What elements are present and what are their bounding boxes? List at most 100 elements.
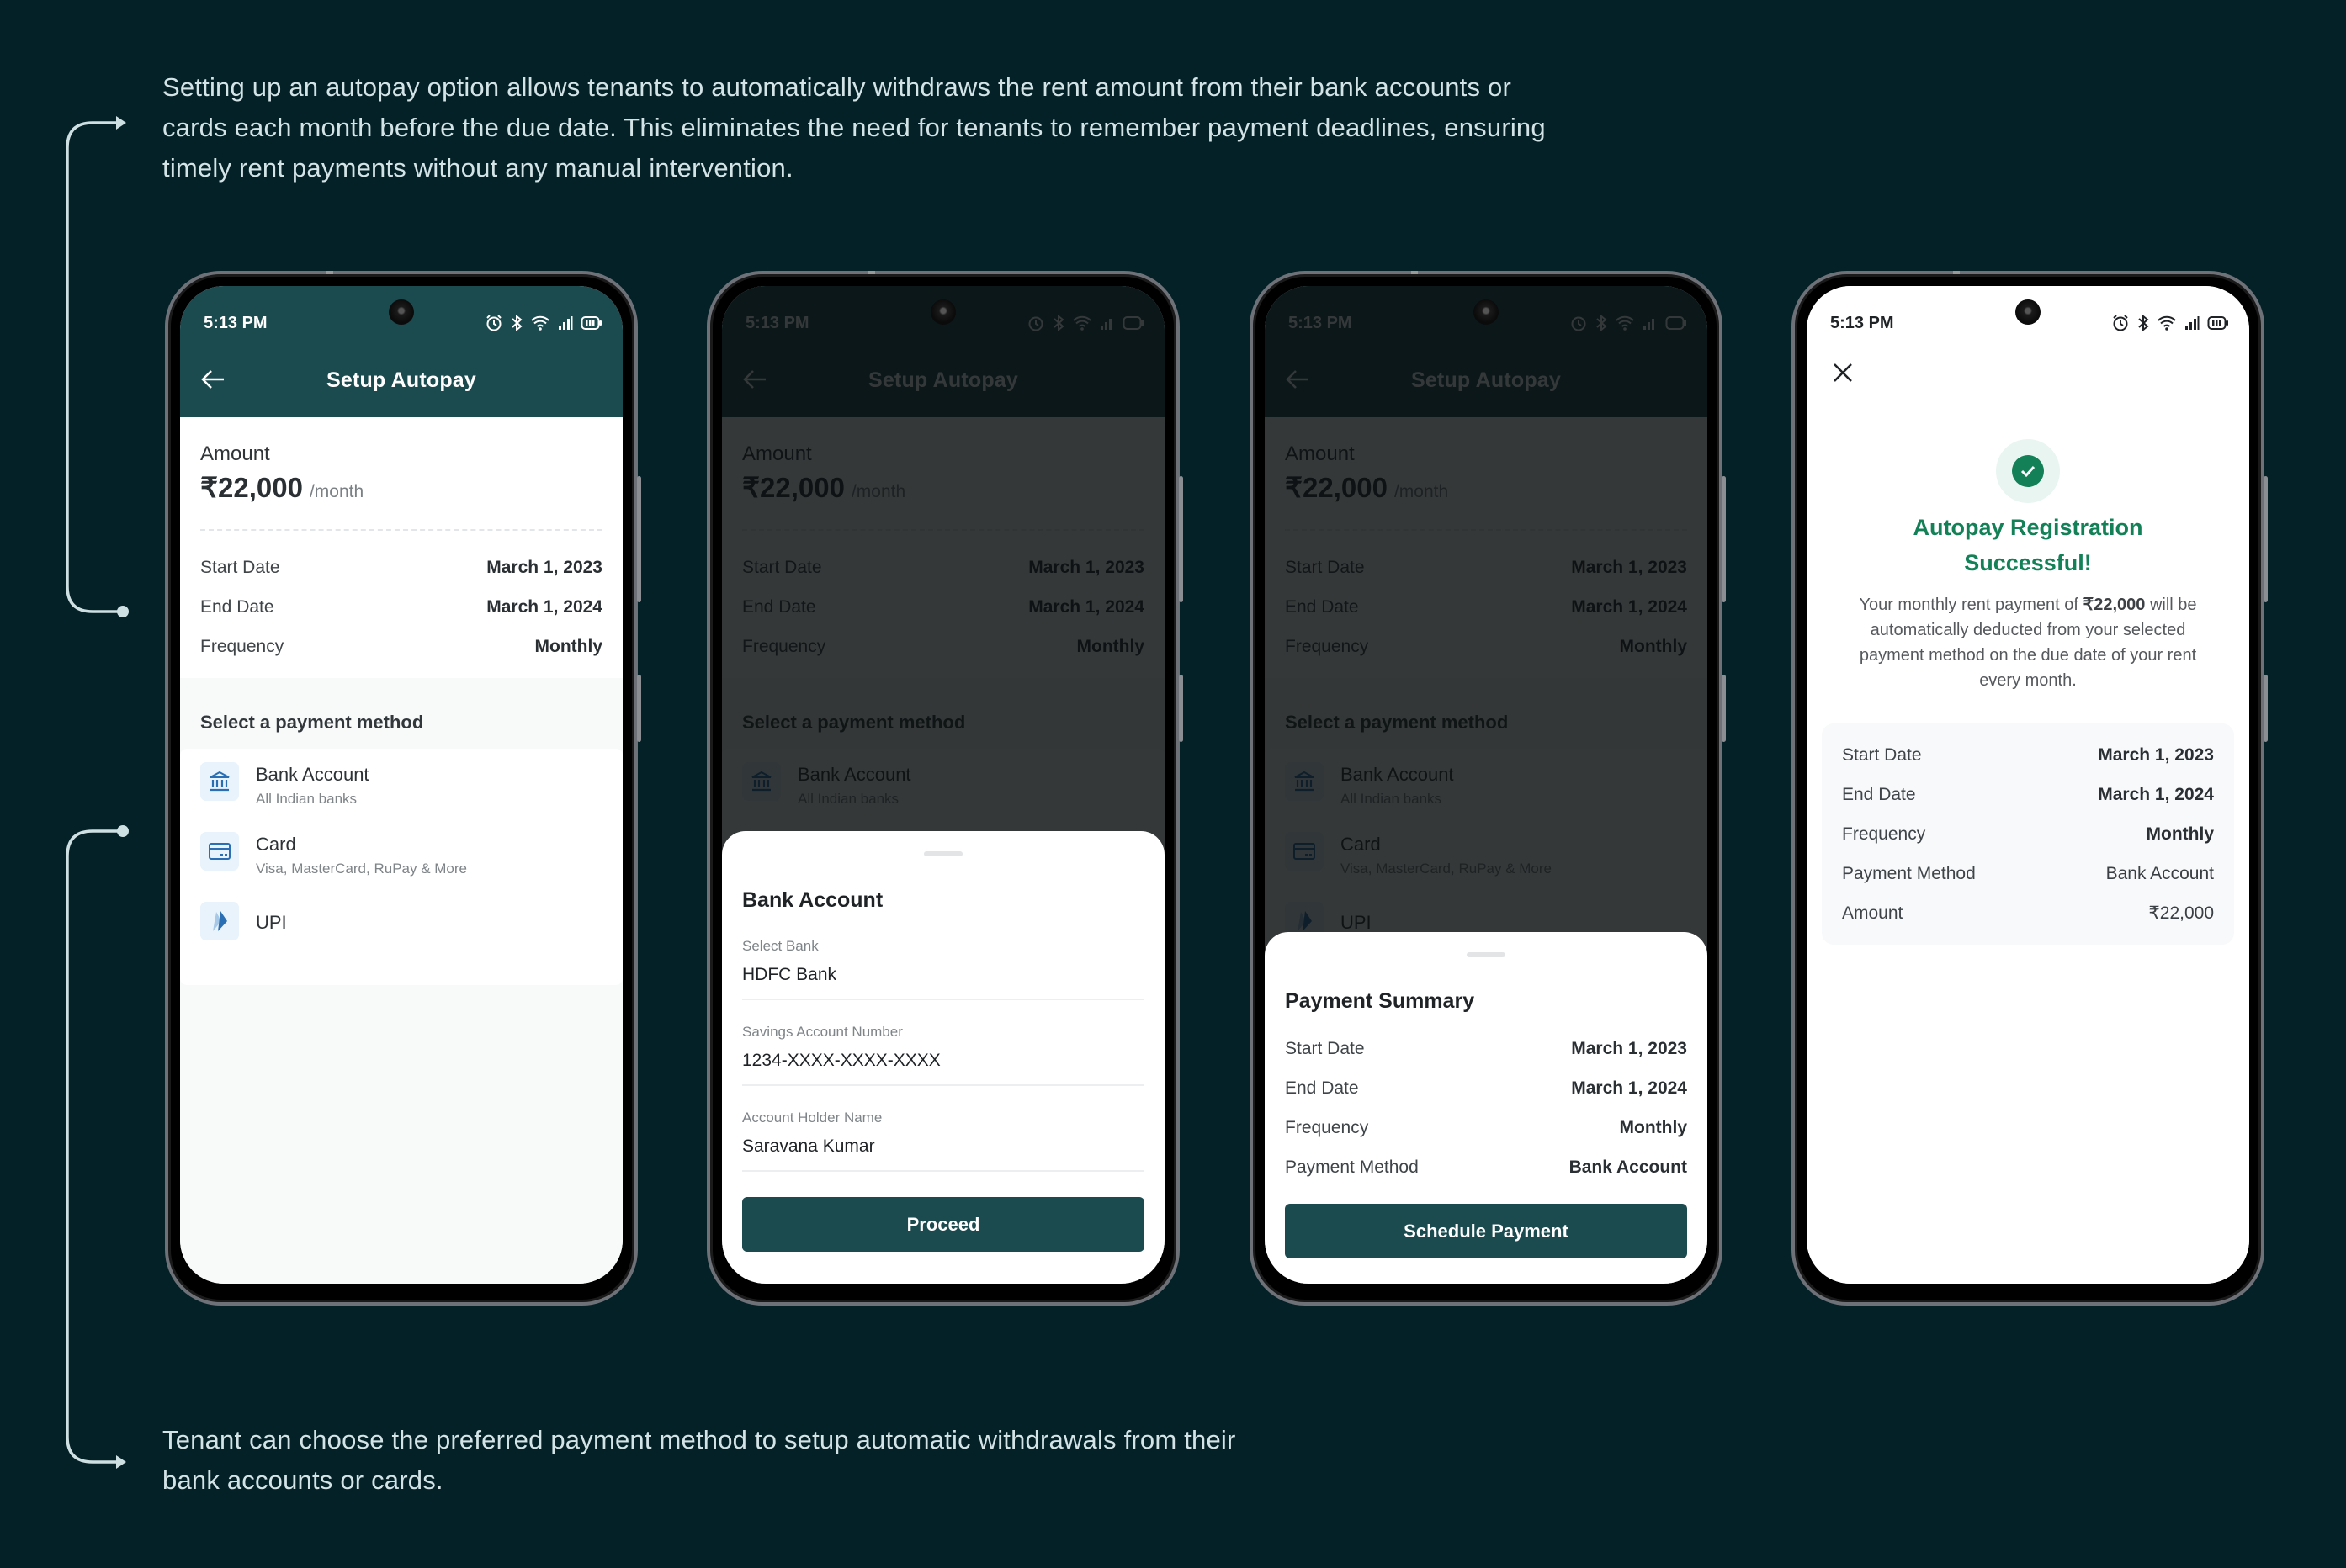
summary-sheet-rows-0-label: Start Date — [1285, 1038, 1365, 1058]
account-number-field[interactable]: Savings Account Number 1234-XXXX-XXXX-XX… — [742, 1000, 1144, 1086]
method-title: UPI — [256, 912, 287, 933]
bottom-bracket-dot — [117, 825, 129, 837]
battery-icon — [581, 316, 602, 330]
summary-sheet-rows-1-value: March 1, 2024 — [1571, 1078, 1687, 1098]
method-subtitle: Visa, MasterCard, RuPay & More — [256, 861, 467, 877]
page-title: Setup Autopay — [326, 368, 477, 392]
icons — [485, 314, 602, 332]
checkmark-icon — [2020, 465, 2036, 478]
close-icon[interactable] — [1832, 362, 1854, 384]
summary-sheet-rows-3-label: Payment Method — [1285, 1157, 1419, 1177]
icons — [2111, 314, 2229, 332]
btn-side — [2264, 476, 2268, 602]
success-description: Your monthly rent payment of ₹22,000 wil… — [1837, 592, 2219, 693]
success-rows-4-value: ₹22,000 — [2148, 903, 2214, 923]
method-subtitle: All Indian banks — [256, 791, 358, 807]
setup-details-1-label: End Date — [200, 596, 274, 617]
top-notch — [1411, 271, 1418, 274]
success-rows-1-label: End Date — [1842, 784, 1916, 804]
payment-method-list: Bank Account All Indian banks Card Visa, M… — [180, 749, 623, 985]
front-camera — [389, 299, 414, 325]
success-rows-3-label: Payment Method — [1842, 863, 1976, 883]
check — [2012, 455, 2044, 487]
field-value: HDFC Bank — [742, 965, 837, 984]
payment-method-bank-account[interactable]: Bank Account All Indian banks — [200, 762, 602, 832]
field-value: 1234-XXXX-XXXX-XXXX — [742, 1051, 941, 1070]
setup-details-2-label: Frequency — [200, 636, 284, 656]
schedule-payment-button[interactable]: Schedule Payment — [1285, 1204, 1687, 1258]
method-title: Bank Account — [256, 764, 369, 785]
btn-side — [1722, 675, 1726, 742]
account-holder-name-field[interactable]: Account Holder Name Saravana Kumar — [742, 1086, 1144, 1172]
setup-details-1-value: March 1, 2024 — [486, 596, 602, 617]
top-bracket-dot — [117, 606, 129, 617]
dashed-divider — [200, 529, 602, 531]
top-notch — [1953, 271, 1960, 274]
detail-row-start-date: Start Date March 1, 2023 — [200, 548, 602, 587]
success-rows-3-value: Bank Account — [2105, 863, 2214, 883]
field-label: Select Bank — [742, 938, 819, 954]
success-screen: 5:13 PM Autopay Registration Successful!… — [1807, 286, 2249, 1284]
field-label: Account Holder Name — [742, 1110, 883, 1126]
top-notch — [868, 271, 875, 274]
txt: Card Visa, MasterCard, RuPay & More — [256, 832, 467, 877]
upi-icon — [213, 911, 227, 931]
top-bracket — [66, 121, 123, 613]
success-desc-amount: ₹22,000 — [2083, 596, 2146, 614]
summary-sheet-rows-2-label: Frequency — [1285, 1117, 1369, 1137]
ico — [200, 762, 239, 801]
success-rows-4-label: Amount — [1842, 903, 1903, 923]
amount-unit: /month — [309, 482, 364, 501]
nav-bar: Setup Autopay — [180, 362, 623, 399]
phone-bank-account-sheet: 5:13 PM Setup Autopay Amount ₹22,000/mon… — [707, 271, 1183, 1306]
setup-details-0-label: Start Date — [200, 557, 280, 577]
setup-details-2-value: Monthly — [534, 636, 602, 656]
success-rows-2-label: Frequency — [1842, 824, 1926, 844]
summary-row-end-date: End Date March 1, 2024 — [1285, 1068, 1687, 1108]
payment-method-heading: Select a payment method — [200, 712, 424, 733]
amount-value: ₹22,000 — [200, 472, 303, 503]
detail-row-frequency: Frequency Monthly — [1842, 814, 2214, 854]
payment-method-card[interactable]: Card Visa, MasterCard, RuPay & More — [200, 832, 602, 902]
autopay-details-card: Start Date March 1, 2023 End Date March 1,… — [1822, 723, 2234, 945]
screen-autopay-success: 5:13 PM Autopay Registration Successful!… — [1807, 286, 2249, 1284]
btn-side — [1179, 476, 1183, 602]
amount-label: Amount — [200, 442, 270, 465]
success-desc-before: Your monthly rent payment of — [1859, 596, 2083, 614]
phone-payment-summary-sheet: 5:13 PM Setup Autopay Amount ₹22,000/mon… — [1250, 271, 1726, 1306]
summary-sheet-rows-0-value: March 1, 2023 — [1571, 1038, 1687, 1058]
summary-row-payment-method: Payment Method Bank Account — [1285, 1147, 1687, 1187]
payment-summary-sheet: Payment Summary Start Date March 1, 2023 … — [1265, 932, 1707, 1284]
success-rows-0-label: Start Date — [1842, 744, 1922, 765]
select-bank-field[interactable]: Select Bank HDFC Bank — [742, 913, 1144, 1000]
phone-autopay-success: 5:13 PM Autopay Registration Successful!… — [1791, 271, 2268, 1306]
proceed-button[interactable]: Proceed — [742, 1197, 1144, 1252]
bottom-bracket — [66, 829, 123, 1464]
back-arrow-icon[interactable] — [200, 368, 226, 390]
screen-setup-autopay: 5:13 PM Setup Autopay Amount ₹22,000 /mo… — [180, 286, 623, 1284]
success-badge — [1996, 439, 2060, 503]
bluetooth-icon — [512, 314, 523, 332]
btn-side — [1179, 675, 1183, 742]
summary-sheet-rows-1-label: End Date — [1285, 1078, 1359, 1098]
txt: UPI — [256, 902, 287, 934]
status-time: 5:13 PM — [204, 313, 268, 332]
phone-volume-button — [637, 476, 641, 602]
success-title-line2: Successful! — [1964, 550, 2092, 575]
payment-method-upi[interactable]: UPI — [200, 902, 602, 972]
sheet-drag-handle[interactable] — [924, 851, 963, 856]
method-title: Card — [256, 834, 296, 855]
screen-bank-account: 5:13 PM Setup Autopay Amount ₹22,000/mon… — [722, 286, 1165, 1284]
summary-row-start-date: Start Date March 1, 2023 — [1285, 1029, 1687, 1068]
autopay-summary-card: Amount ₹22,000 /month Start Date March 1,… — [180, 417, 623, 678]
bank-account-sheet: Bank Account Select Bank HDFC Bank Savin… — [722, 831, 1165, 1284]
field-label: Savings Account Number — [742, 1024, 903, 1040]
success-rows-2-value: Monthly — [2146, 824, 2214, 844]
annotation-autopay-description: Setting up an autopay option allows tena… — [162, 72, 1546, 183]
ico — [200, 832, 239, 871]
sheet-drag-handle[interactable] — [1467, 952, 1505, 957]
signal-icon — [2185, 316, 2200, 330]
wifi-icon — [2158, 315, 2176, 331]
phone-power-button — [637, 675, 641, 742]
alarm-icon — [2113, 315, 2128, 331]
